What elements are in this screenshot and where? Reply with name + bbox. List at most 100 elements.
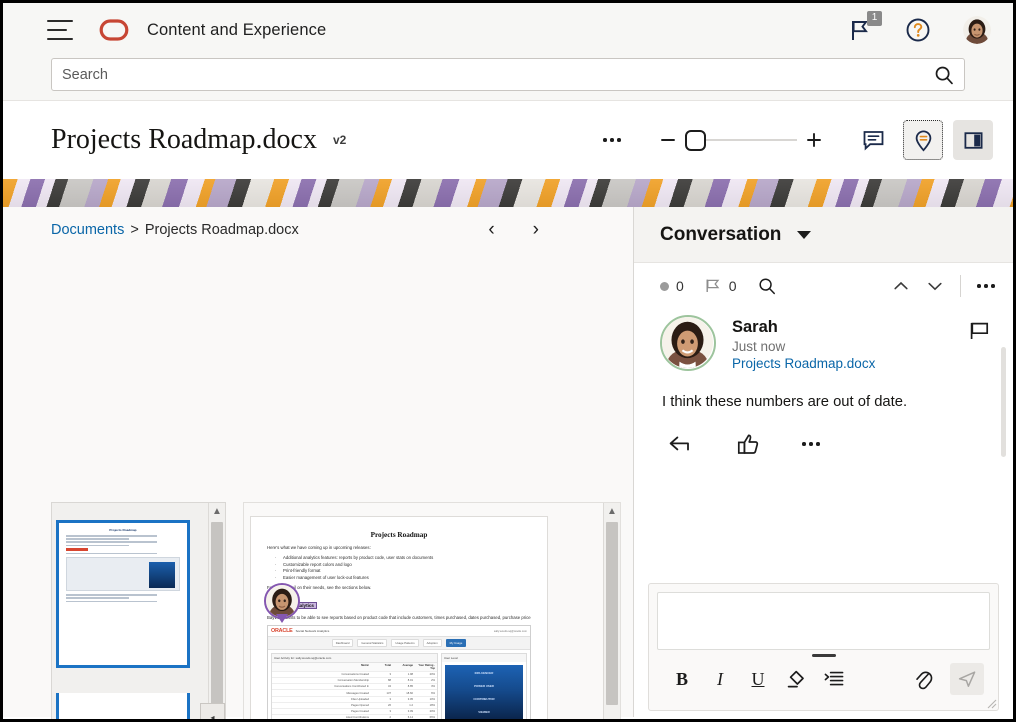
split-panel-icon[interactable] [953, 120, 993, 160]
chevron-down-icon[interactable] [926, 279, 944, 293]
zoom-out-button[interactable] [651, 123, 685, 157]
chevron-right-icon[interactable]: › [533, 220, 539, 239]
composer-resize-handle[interactable] [985, 697, 997, 709]
flag-count: 0 [729, 278, 737, 294]
doc-bullet-list: Additional analytics features: reports b… [283, 555, 531, 583]
thumbnail-scrollbar-thumb[interactable] [211, 522, 223, 719]
document-toolbar: Projects Roadmap.docx v2 [3, 101, 1013, 179]
pyramid-level: INFLUENCER [445, 671, 523, 675]
message-more-menu-button[interactable] [802, 442, 820, 446]
scroll-up-icon[interactable]: ▲ [209, 503, 225, 520]
chevron-up-icon[interactable] [892, 279, 910, 293]
thumbs-up-icon[interactable] [736, 432, 760, 456]
embedded-tab: Adoption [423, 639, 442, 647]
chevron-left-icon[interactable]: ‹ [488, 220, 494, 239]
thumbnail-page-2[interactable]: 1 OF 2 [56, 693, 190, 719]
conversation-scrollbar-thumb[interactable] [1001, 347, 1006, 457]
bold-button[interactable]: B [663, 663, 701, 695]
italic-button[interactable]: I [701, 663, 739, 695]
thumbnail-list: Projects Roadmap 1 OF 2 [52, 503, 208, 719]
message-flag-button[interactable] [969, 315, 991, 341]
doc-bullet: Additional analytics features: reports b… [283, 555, 531, 562]
notification-badge-count: 1 [867, 11, 882, 26]
scroll-up-icon[interactable]: ▲ [604, 503, 620, 520]
zoom-slider[interactable] [685, 123, 797, 157]
oracle-logo-icon[interactable] [99, 17, 129, 43]
search-icon [758, 277, 776, 295]
clear-formatting-icon[interactable] [777, 663, 815, 695]
document-title: Projects Roadmap.docx [51, 124, 317, 156]
document-view-toggles [853, 120, 993, 160]
user-avatar[interactable] [963, 16, 991, 44]
indent-list-icon[interactable] [815, 663, 853, 695]
conversation-header: Conversation [634, 207, 1013, 263]
pyramid-level: CONTRIBUTOR [445, 697, 523, 701]
conversation-meta-bar: 0 0 [634, 263, 1013, 309]
composer-resize-grip[interactable] [812, 654, 836, 657]
breadcrumb-documents-link[interactable]: Documents [51, 222, 124, 238]
global-header-actions: 1 [847, 16, 991, 44]
pin-tail [276, 614, 288, 623]
document-scrollbar[interactable]: ▲ ▼ [603, 503, 620, 719]
divider [960, 275, 961, 297]
document-more-menu-button[interactable] [591, 123, 633, 157]
search-icon[interactable] [934, 65, 954, 85]
embedded-tab: Dashboard [332, 639, 354, 647]
zoom-in-button[interactable] [797, 123, 831, 157]
zoom-control-group [651, 123, 831, 157]
embedded-body: User Activity for: sally.woods.sq@oracle… [268, 650, 530, 719]
document-version-badge: v2 [333, 133, 346, 147]
comment-icon[interactable] [853, 120, 893, 160]
doc-bullet: Print-friendly format [283, 568, 531, 575]
conversation-search-button[interactable] [758, 277, 776, 295]
collapse-thumbnails-button[interactable]: ◂ [200, 703, 225, 719]
breadcrumb-separator: > [130, 222, 138, 238]
underline-button[interactable]: U [739, 663, 777, 695]
composer-input[interactable] [657, 592, 990, 650]
embedded-activity-table: User Activity for: sally.woods.sq@oracle… [271, 653, 438, 719]
doc-intro: Here's what we have coming up in upcomin… [267, 545, 531, 552]
embedded-tab-selected: My Usage [446, 639, 467, 647]
global-header: Content and Experience 1 [3, 3, 1013, 101]
app-window: Content and Experience 1 [3, 3, 1013, 719]
zoom-slider-rail [695, 139, 797, 141]
help-circle-icon[interactable] [905, 17, 931, 43]
page-navigation: ‹ › [488, 220, 609, 239]
thumbnail-scrollbar[interactable]: ▲ ▼ [208, 503, 225, 719]
composer-right-actions [904, 663, 984, 695]
send-button[interactable] [950, 663, 984, 695]
pyramid-level: VIEWER [445, 710, 523, 714]
embedded-th: Your Rating - Top [413, 664, 435, 670]
annotation-pin-avatar[interactable] [264, 583, 300, 619]
thumbnail-page-1-preview: Projects Roadmap [59, 523, 187, 609]
search-input[interactable] [62, 67, 934, 83]
unread-dot-icon [660, 282, 669, 291]
search-bar[interactable] [51, 58, 965, 91]
embedded-table-row: Liked Contributions26.1466% [272, 715, 437, 719]
paperclip-icon[interactable] [904, 663, 942, 695]
location-pin-icon[interactable] [903, 120, 943, 160]
sarah-avatar[interactable] [660, 315, 716, 371]
notifications-flag-button[interactable]: 1 [847, 17, 873, 43]
document-banner-image [3, 179, 1013, 207]
message-attachment-link[interactable]: Projects Roadmap.docx [732, 356, 875, 371]
thumbnail-page-1[interactable]: Projects Roadmap [56, 520, 190, 668]
main-content: Documents > Projects Roadmap.docx ‹ › Pr… [3, 207, 1013, 717]
app-title: Content and Experience [147, 21, 326, 40]
unread-count-group[interactable]: 0 [660, 278, 684, 294]
zoom-slider-handle[interactable] [685, 130, 706, 151]
embedded-tab: General Statistics [357, 639, 387, 647]
hamburger-menu-icon[interactable] [47, 20, 73, 40]
breadcrumb: Documents > Projects Roadmap.docx ‹ › [3, 207, 633, 252]
embedded-th: Total [369, 664, 391, 670]
conversation-more-menu-button[interactable] [977, 284, 995, 288]
conversation-nav-actions [892, 275, 995, 297]
global-header-top: Content and Experience 1 [3, 3, 1013, 57]
chevron-down-icon[interactable] [797, 231, 811, 239]
doc-bullet: Customizable report colors and logo [283, 562, 531, 569]
thumbnail-doc-title: Projects Roadmap [66, 528, 180, 532]
reply-arrow-icon[interactable] [668, 434, 694, 454]
document-scrollbar-thumb[interactable] [606, 522, 618, 705]
send-icon [957, 669, 977, 689]
flag-count-group[interactable]: 0 [705, 278, 737, 294]
